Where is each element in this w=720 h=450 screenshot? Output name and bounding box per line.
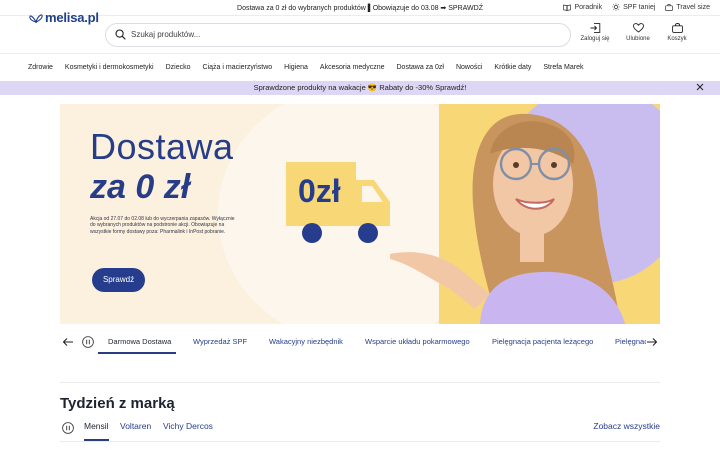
favorites-button[interactable]: Ulubione — [625, 23, 651, 42]
carousel-tab-wakacyjny[interactable]: Wakacyjny niezbędnik — [269, 337, 343, 346]
login-button[interactable]: Zaloguj się — [580, 23, 610, 42]
suitcase-icon — [665, 3, 674, 11]
carousel-tab-pielegnac[interactable]: Pielęgnac — [615, 337, 648, 346]
nav-item-strefa-marek[interactable]: Strefa Marek — [543, 64, 583, 71]
brand-tab-vichy-dercos[interactable]: Vichy Dercos — [163, 421, 213, 431]
promo-banner[interactable]: Sprawdzone produkty na wakacje 😎 Rabaty … — [0, 81, 720, 95]
hero-title: Dostawa — [90, 126, 234, 167]
nav-item-zdrowie[interactable]: Zdrowie — [28, 64, 53, 71]
carousel-tabs: Darmowa Dostawa Wyprzedaż SPF Wakacyjny … — [60, 332, 670, 354]
nav-item-dostawa[interactable]: Dostawa za 0zł — [397, 64, 444, 71]
butterfly-logo-icon — [29, 13, 43, 23]
top-link-guide[interactable]: Poradnik — [563, 3, 602, 11]
carousel-tabs-track: Darmowa Dostawa Wyprzedaż SPF Wakacyjny … — [90, 332, 658, 354]
top-link-label: SPF taniej — [623, 3, 656, 11]
cart-button[interactable]: Koszyk — [666, 23, 688, 42]
promo-text: Sprawdzone produkty na wakacje 😎 Rabaty … — [253, 83, 467, 92]
hero-banner[interactable]: Dostawa za 0 zł Akcja od 27.07 do 02.08 … — [60, 104, 660, 324]
nav-item-krotkie-daty[interactable]: Krótkie daty — [494, 64, 531, 71]
hero-fineprint: Akcja od 27.07 do 02.08 lub do wyczerpan… — [90, 216, 235, 235]
carousel-tab-wsparcie[interactable]: Wsparcie układu pokarmowego — [365, 337, 470, 346]
sun-icon — [612, 3, 620, 11]
carousel-tab-wyprzedaz-spf[interactable]: Wyprzedaż SPF — [193, 337, 247, 346]
arrow-right-icon[interactable] — [646, 337, 658, 347]
close-icon[interactable] — [696, 83, 704, 91]
main-nav: Zdrowie Kosmetyki i dermokosmetyki Dziec… — [0, 53, 720, 81]
nav-item-dziecko[interactable]: Dziecko — [166, 64, 191, 71]
nav-item-kosmetyki[interactable]: Kosmetyki i dermokosmetyki — [65, 64, 154, 71]
woman-photo — [390, 113, 625, 324]
section-title: Tydzień z marką — [60, 395, 175, 412]
login-icon — [590, 23, 600, 33]
nav-item-ciaza[interactable]: Ciąża i macierzyństwo — [203, 64, 273, 71]
top-link-travel[interactable]: Travel size — [665, 3, 710, 11]
truck-label: 0zł — [298, 173, 341, 209]
top-link-spf[interactable]: SPF taniej — [612, 3, 655, 11]
cart-label: Koszyk — [667, 36, 687, 42]
active-brand-indicator — [84, 439, 109, 441]
active-tab-indicator — [98, 352, 176, 354]
see-all-link[interactable]: Zobacz wszystkie — [593, 421, 660, 431]
bag-icon — [671, 23, 683, 33]
pause-icon[interactable] — [62, 422, 74, 434]
brand-tab-voltaren[interactable]: Voltaren — [120, 421, 151, 431]
logo[interactable]: melisa.pl — [28, 10, 99, 25]
top-links: Poradnik SPF taniej Travel size — [563, 3, 710, 11]
brand-tabs: Mensil Voltaren Vichy Dercos Zobacz wszy… — [60, 420, 660, 442]
heart-icon — [632, 23, 644, 33]
brand-tab-mensil[interactable]: Mensil — [84, 421, 109, 431]
search-bar[interactable]: Szukaj produktów... — [105, 23, 571, 47]
logo-text: melisa.pl — [45, 10, 99, 25]
search-icon — [115, 29, 126, 40]
nav-item-akcesoria[interactable]: Akcesoria medyczne — [320, 64, 385, 71]
hero-subtitle: za 0 zł — [90, 168, 191, 206]
section-divider — [60, 382, 660, 383]
nav-item-higiena[interactable]: Higiena — [284, 64, 308, 71]
search-input[interactable]: Szukaj produktów... — [131, 30, 200, 39]
carousel-tab-pielegnacja-pacjenta[interactable]: Pielęgnacja pacjenta leżącego — [492, 337, 593, 346]
hero-cta-button[interactable]: Sprawdź — [92, 268, 145, 292]
favorites-label: Ulubione — [626, 36, 650, 42]
nav-item-nowosci[interactable]: Nowości — [456, 64, 482, 71]
header-actions: Zaloguj się Ulubione Koszyk — [580, 23, 688, 42]
top-link-label: Poradnik — [574, 3, 603, 11]
carousel-tab-darmowa-dostawa[interactable]: Darmowa Dostawa — [108, 337, 171, 346]
top-link-label: Travel size — [676, 3, 710, 11]
login-label: Zaloguj się — [580, 36, 610, 42]
book-icon — [563, 4, 572, 11]
arrow-left-icon[interactable] — [62, 337, 74, 347]
top-bar: Dostawa za 0 zł do wybranych produktów ▌… — [0, 0, 720, 16]
